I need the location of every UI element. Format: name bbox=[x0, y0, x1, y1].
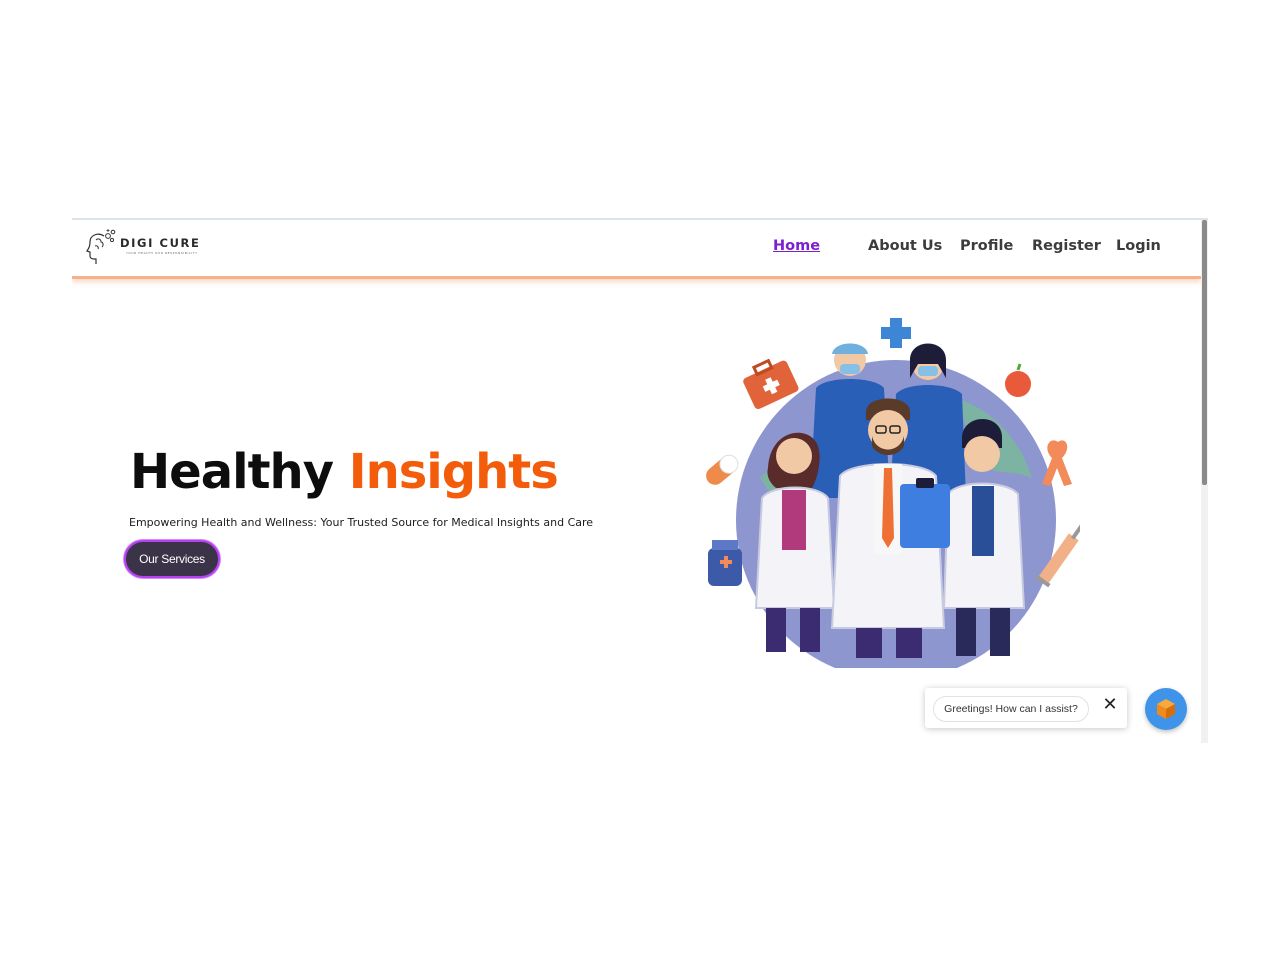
nav-profile[interactable]: Profile bbox=[960, 238, 1013, 254]
chat-launcher-button[interactable] bbox=[1145, 688, 1187, 730]
hero-title-part1: Healthy bbox=[130, 444, 334, 500]
scrollbar[interactable] bbox=[1201, 220, 1208, 743]
navbar: DIGI CURE YOUR HEALTH OUR RESPONSIBILITY… bbox=[72, 220, 1201, 279]
scrollbar-thumb[interactable] bbox=[1202, 220, 1207, 485]
nav-home[interactable]: Home bbox=[773, 238, 820, 254]
hero-subtitle: Empowering Health and Wellness: Your Tru… bbox=[129, 516, 594, 529]
close-icon[interactable]: ✕ bbox=[1100, 695, 1120, 715]
nav-links: Home About Us Profile Register Login bbox=[72, 238, 1201, 260]
medical-team-illustration bbox=[706, 318, 1080, 668]
chat-greeting-pill[interactable]: Greetings! How can I assist? bbox=[933, 696, 1089, 722]
our-services-button[interactable]: Our Services bbox=[124, 540, 220, 578]
browser-viewport: DIGI CURE YOUR HEALTH OUR RESPONSIBILITY… bbox=[72, 218, 1208, 743]
hero-title-part2: Insights bbox=[348, 444, 559, 500]
chat-greeting-popup: Greetings! How can I assist? ✕ bbox=[925, 688, 1127, 728]
nav-register[interactable]: Register bbox=[1032, 238, 1101, 254]
hero-title: Healthy Insights bbox=[130, 442, 559, 502]
nav-about-us[interactable]: About Us bbox=[868, 238, 942, 254]
nav-login[interactable]: Login bbox=[1116, 238, 1161, 254]
chatbot-cube-icon bbox=[1157, 699, 1175, 719]
